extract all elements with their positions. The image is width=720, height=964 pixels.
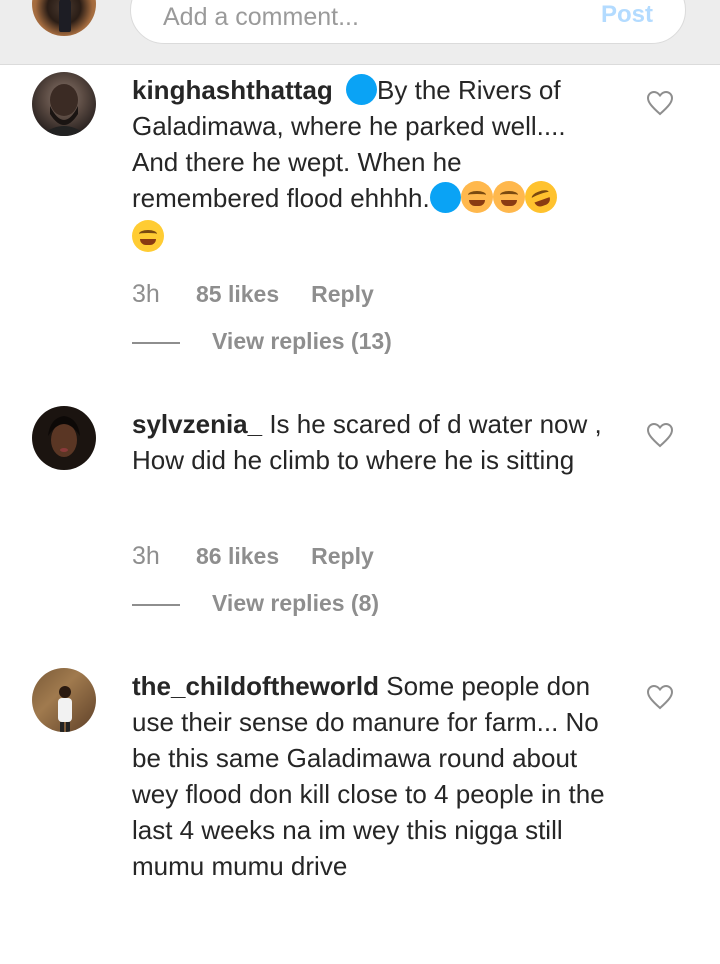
likes-count[interactable]: 86 likes xyxy=(196,543,279,570)
reply-button[interactable]: Reply xyxy=(311,281,374,308)
comment-text: sylvzenia_ Is he scared of d water now ,… xyxy=(132,406,612,478)
view-replies-label[interactable]: View replies (8) xyxy=(212,590,379,616)
comment-text: the_childoftheworld Some people don use … xyxy=(132,668,612,884)
heart-outline-icon[interactable] xyxy=(646,90,674,116)
comment-username[interactable]: sylvzenia_ xyxy=(132,409,262,439)
avatar[interactable] xyxy=(32,72,96,136)
comment-input[interactable] xyxy=(163,3,563,32)
comment-box[interactable]: Post xyxy=(130,0,686,44)
comment-text: kinghashthattag By the Rivers of Galadim… xyxy=(132,72,612,255)
comment-meta: 3h 85 likes Reply xyxy=(132,280,374,309)
comment-composer-bar: Post xyxy=(0,0,720,65)
laughing-face-emoji xyxy=(520,176,562,218)
heart-outline-icon[interactable] xyxy=(646,684,674,710)
comment-time: 3h xyxy=(132,280,160,308)
comment-username[interactable]: kinghashthattag xyxy=(132,75,333,105)
replies-divider xyxy=(132,341,180,344)
comment-username[interactable]: the_childoftheworld xyxy=(132,671,379,701)
avatar[interactable] xyxy=(32,406,96,470)
post-button[interactable]: Post xyxy=(601,1,653,29)
comment-content: Some people don use their sense do manur… xyxy=(132,671,605,881)
blue-circle-emoji xyxy=(346,74,378,105)
view-replies-link[interactable]: View replies (13) xyxy=(132,328,392,355)
current-user-avatar[interactable] xyxy=(32,0,96,36)
blue-circle-emoji xyxy=(429,182,461,213)
heart-outline-icon[interactable] xyxy=(646,422,674,448)
crying-face-emoji xyxy=(460,181,493,213)
comment-meta: 3h 86 likes Reply xyxy=(132,542,374,571)
reply-button[interactable]: Reply xyxy=(311,543,374,570)
avatar[interactable] xyxy=(32,668,96,732)
view-replies-label[interactable]: View replies (13) xyxy=(212,328,392,354)
likes-count[interactable]: 85 likes xyxy=(196,281,279,308)
grinning-face-emoji xyxy=(132,220,164,252)
replies-divider xyxy=(132,603,180,606)
view-replies-link[interactable]: View replies (8) xyxy=(132,590,379,617)
crying-face-emoji xyxy=(492,181,525,213)
comment-time: 3h xyxy=(132,542,160,570)
